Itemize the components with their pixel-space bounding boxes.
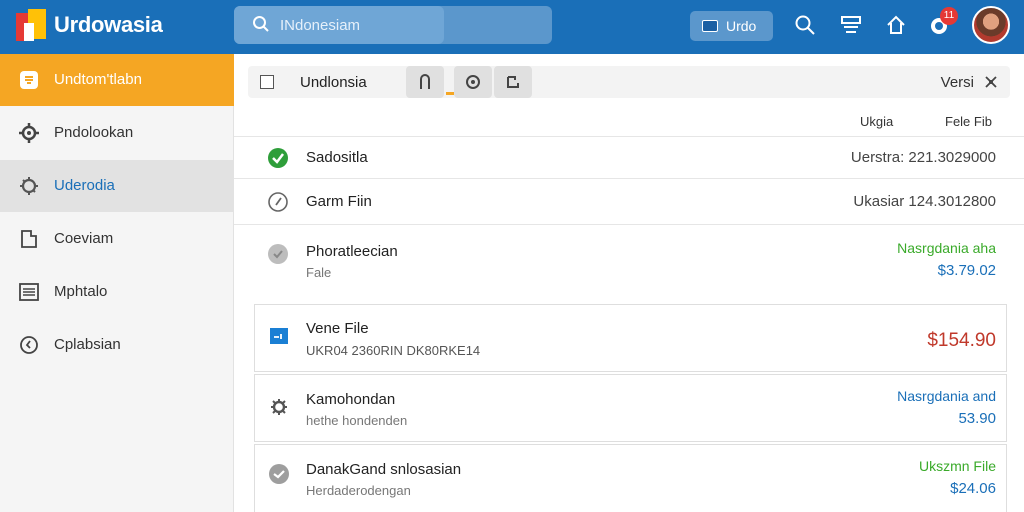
file-card[interactable]: Kamohondan hethe hondenden Nasrgdania an… — [254, 374, 1007, 442]
gear-icon — [271, 399, 287, 415]
sidebar-item-6[interactable]: Cplabsian — [0, 319, 234, 371]
status-icon — [268, 244, 288, 264]
sidebar-item-label: Coeviam — [54, 230, 114, 247]
file-card[interactable]: Vene File UKR04 2360RIN DK80RKE14 $154.9… — [254, 304, 1007, 372]
search-icon — [253, 16, 269, 32]
row-title: Kamohondan — [306, 391, 396, 408]
clock-icon — [20, 336, 38, 354]
row-amount: $154.90 — [927, 330, 996, 351]
export-button[interactable] — [494, 66, 532, 98]
tray-icon[interactable] — [840, 14, 862, 36]
content-toolbar: Undlonsia Versi — [248, 66, 1010, 98]
row-title: Garm Fiin — [306, 193, 372, 210]
notification-badge: 11 — [940, 7, 958, 25]
sidebar-item-2[interactable]: Pndolookan — [0, 107, 234, 159]
shield-icon — [20, 71, 38, 89]
sidebar-item-label: Undtom'tlabn — [54, 71, 142, 88]
record-icon — [466, 75, 480, 89]
sidebar-item-4[interactable]: Coeviam — [0, 213, 234, 265]
file-card[interactable]: DanakGand snlosasian Herdaderodengan Uks… — [254, 444, 1007, 512]
record-button[interactable] — [454, 66, 492, 98]
gear-icon — [19, 123, 39, 143]
compass-icon — [268, 192, 288, 212]
search-placeholder: INdonesiam — [280, 17, 361, 34]
active-indicator — [446, 92, 454, 95]
close-icon[interactable] — [982, 73, 1000, 91]
divider — [234, 178, 1024, 179]
check-circle-icon — [269, 464, 289, 484]
document-icon — [21, 230, 37, 248]
app-logo[interactable] — [16, 9, 46, 41]
sidebar-item-label: Pndolookan — [54, 124, 134, 141]
row-subtitle: Herdaderodengan — [306, 483, 411, 498]
row-subtitle: UKR04 2360RIN DK80RKE14 — [306, 343, 481, 358]
row-amount: $24.06 — [950, 480, 996, 497]
row-amount: $3.79.02 — [937, 262, 996, 279]
lock-icon — [420, 74, 430, 89]
sidebar-item-label: Uderodia — [54, 177, 115, 194]
settings-icon — [20, 177, 38, 195]
column-header[interactable]: Fele Fib — [945, 114, 992, 129]
app-title: Urdowasia — [54, 12, 163, 37]
toolbar-title: Undlonsia — [300, 74, 367, 91]
row-title: Vene File — [306, 320, 369, 337]
column-header[interactable]: Ukgia — [860, 114, 893, 129]
status-text: Ukszmn File — [918, 458, 996, 474]
select-all-checkbox[interactable] — [260, 75, 274, 89]
row-title: Sadositla — [306, 149, 368, 166]
sidebar-item-1[interactable]: Undtom'tlabn — [0, 54, 234, 106]
status-text: Nasrgdania and — [897, 388, 996, 404]
search-icon[interactable] — [794, 14, 816, 36]
version-label: Versi — [940, 74, 974, 91]
sidebar: Undtom'tlabn Pndolookan Uderodia Coeviam… — [0, 54, 234, 512]
divider — [234, 224, 1024, 225]
sidebar-item-5[interactable]: Mphtalo — [0, 266, 234, 318]
sidebar-item-3[interactable]: Uderodia — [0, 160, 234, 212]
search-input[interactable]: INdonesiam — [234, 6, 444, 44]
row-amount: 53.90 — [958, 410, 996, 427]
check-circle-icon — [268, 148, 288, 168]
sidebar-item-label: Mphtalo — [54, 283, 108, 300]
home-icon[interactable] — [885, 14, 907, 36]
row-value: Ukasiar 124.3012800 — [853, 193, 996, 210]
row-value: Uerstra: 221.3029000 — [850, 149, 996, 166]
divider — [234, 136, 1024, 137]
sidebar-item-label: Cplabsian — [54, 336, 121, 353]
search-bar[interactable]: INdonesiam — [234, 6, 552, 44]
row-subtitle: Fale — [306, 265, 332, 280]
list-icon — [19, 283, 39, 301]
export-icon — [507, 76, 519, 88]
status-text: Nasrgdania aha — [897, 240, 996, 256]
lock-button[interactable] — [406, 66, 444, 98]
row-subtitle: hethe hondenden — [306, 413, 408, 428]
urdo-button-label: Urdo — [726, 18, 757, 34]
file-icon — [270, 328, 288, 344]
row-title: DanakGand snlosasian — [306, 461, 462, 478]
top-bar: Urdowasia INdonesiam Urdo 11 — [0, 0, 1024, 54]
avatar[interactable] — [972, 6, 1010, 44]
row-title: Phoratleecian — [306, 243, 398, 260]
urdo-button[interactable]: Urdo — [690, 11, 773, 41]
card-icon — [702, 20, 718, 32]
